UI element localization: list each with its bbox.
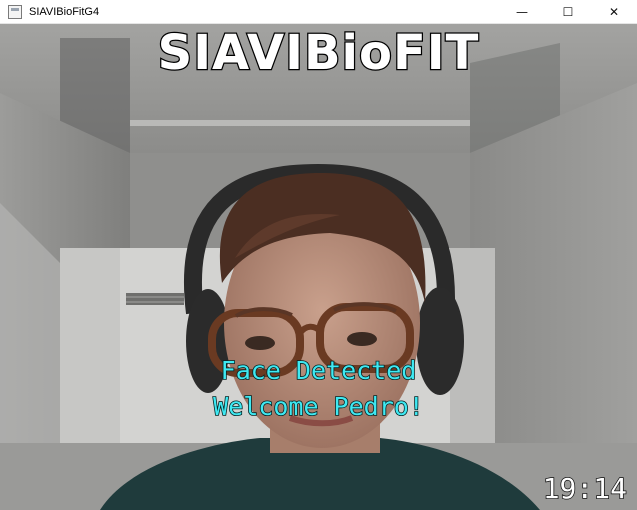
title-bar[interactable]: SIAVIBioFitG4 — ☐ ✕ (0, 0, 637, 24)
clock-label: 19:14 (542, 471, 628, 506)
brand-title: SIAVIBioFIT (156, 24, 480, 83)
close-icon[interactable]: ✕ (591, 0, 637, 23)
welcome-label: Welcome Pedro! (212, 391, 424, 422)
face-detected-label: Face Detected (220, 355, 417, 386)
minimize-icon[interactable]: — (499, 0, 545, 23)
app-window: SIAVIBioFitG4 — ☐ ✕ SIAVIBioFIT Face Det… (0, 0, 637, 510)
webcam-frame (0, 23, 637, 510)
window-title: SIAVIBioFitG4 (29, 5, 100, 18)
maximize-icon[interactable]: ☐ (545, 0, 591, 23)
camera-feed: SIAVIBioFIT Face Detected Welcome Pedro!… (0, 23, 637, 510)
app-window-icon (8, 4, 22, 19)
window-controls: — ☐ ✕ (499, 0, 637, 23)
